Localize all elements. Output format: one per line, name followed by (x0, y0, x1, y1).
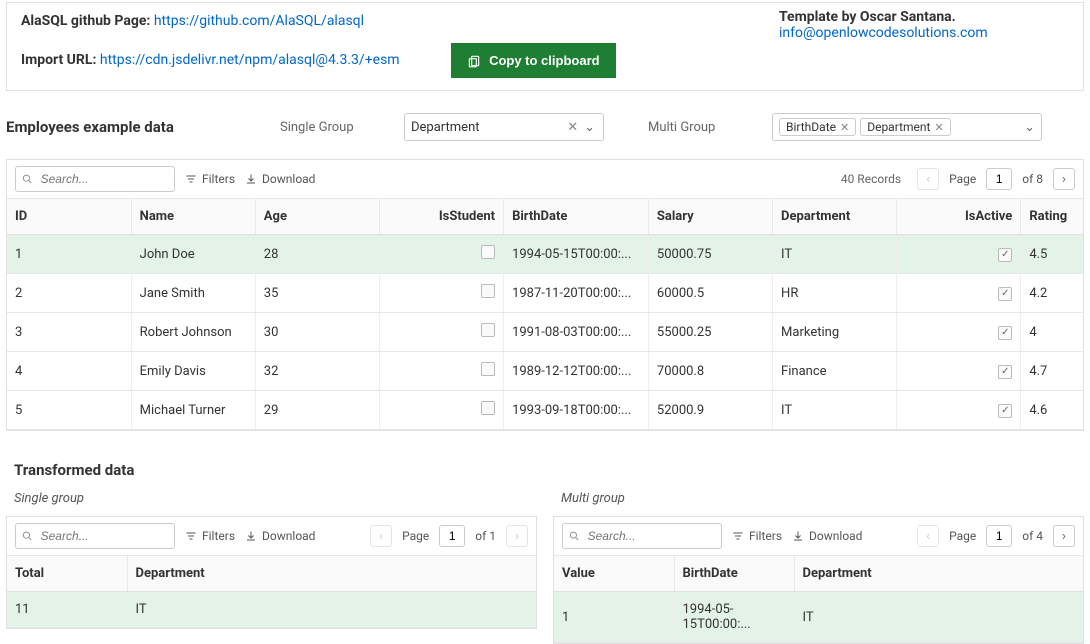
multi-group-subtitle: Multi group (553, 485, 1084, 516)
checkbox-checked-icon[interactable] (998, 404, 1012, 418)
col-value[interactable]: Value (554, 556, 674, 592)
employees-table-container: Filters Download 40 Records ‹ Page of 8 … (6, 159, 1084, 431)
page-next-button[interactable]: › (1053, 168, 1075, 190)
close-icon[interactable]: ✕ (934, 121, 943, 134)
table-row[interactable]: 11 IT (7, 592, 536, 628)
col-department[interactable]: Department (127, 556, 536, 592)
single-group-select[interactable]: Department ✕ ⌄ (404, 113, 604, 141)
checkbox-checked-icon[interactable] (998, 248, 1012, 262)
multi-page-prev[interactable]: ‹ (917, 525, 939, 547)
multi-search-input[interactable] (562, 523, 722, 549)
single-page-number[interactable] (439, 525, 465, 547)
col-id[interactable]: ID (7, 199, 131, 235)
employees-table: IDNameAgeIsStudentBirthDateSalaryDepartm… (7, 199, 1083, 430)
search-icon (569, 530, 580, 542)
record-count: 40 Records (841, 172, 901, 186)
checkbox-icon[interactable] (481, 362, 495, 376)
checkbox-icon[interactable] (481, 284, 495, 298)
col-total[interactable]: Total (7, 556, 127, 592)
clear-icon[interactable]: ✕ (563, 120, 582, 135)
single-filters-button[interactable]: Filters (185, 529, 235, 543)
col-isstudent[interactable]: IsStudent (379, 199, 503, 235)
single-page-of: of 1 (475, 529, 496, 543)
checkbox-checked-icon[interactable] (998, 365, 1012, 379)
import-label: Import URL: (21, 52, 100, 68)
col-age[interactable]: Age (255, 199, 379, 235)
contact-email[interactable]: info@openlowcodesolutions.com (779, 25, 988, 41)
col-name[interactable]: Name (131, 199, 255, 235)
multi-page-next[interactable]: › (1053, 525, 1075, 547)
download-icon (245, 173, 257, 185)
search-input[interactable] (15, 166, 175, 192)
page-label: Page (949, 172, 976, 186)
tag-department[interactable]: Department✕ (860, 118, 950, 136)
multi-group-select[interactable]: BirthDate✕ Department✕ ⌄ (772, 113, 1042, 141)
table-row[interactable]: 3Robert Johnson301991-08-03T00:00:...550… (7, 313, 1083, 352)
multi-download-button[interactable]: Download (792, 529, 862, 543)
col-birthdate[interactable]: BirthDate (504, 199, 649, 235)
page-number-input[interactable] (986, 168, 1012, 190)
clipboard-icon (467, 54, 481, 68)
checkbox-checked-icon[interactable] (998, 287, 1012, 301)
multi-page-number[interactable] (986, 525, 1012, 547)
single-search-input[interactable] (15, 523, 175, 549)
col-birthdate[interactable]: BirthDate (674, 556, 794, 592)
template-author: Template by Oscar Santana. (779, 9, 1069, 25)
single-page-prev[interactable]: ‹ (370, 525, 392, 547)
employees-title: Employees example data (6, 118, 256, 136)
col-department[interactable]: Department (773, 199, 897, 235)
tag-birthdate[interactable]: BirthDate✕ (779, 118, 856, 136)
col-rating[interactable]: Rating (1021, 199, 1083, 235)
checkbox-icon[interactable] (481, 401, 495, 415)
single-download-button[interactable]: Download (245, 529, 315, 543)
checkbox-icon[interactable] (481, 245, 495, 259)
checkbox-checked-icon[interactable] (998, 326, 1012, 340)
close-icon[interactable]: ✕ (840, 121, 849, 134)
checkbox-icon[interactable] (481, 323, 495, 337)
search-icon (22, 530, 33, 542)
transformed-title: Transformed data (0, 451, 1090, 485)
github-link[interactable]: https://github.com/AlaSQL/alasql (154, 13, 364, 29)
single-group-subtitle: Single group (6, 485, 537, 516)
download-icon (245, 530, 257, 542)
multi-group-table: Value BirthDate Department 1 1994-05-15T… (554, 556, 1083, 643)
col-salary[interactable]: Salary (648, 199, 772, 235)
github-label: AlaSQL github Page: (21, 13, 154, 29)
col-isactive[interactable]: IsActive (897, 199, 1021, 235)
multi-page-of: of 4 (1022, 529, 1043, 543)
single-page-label: Page (402, 529, 429, 543)
filters-button[interactable]: Filters (185, 172, 235, 186)
page-of: of 8 (1022, 172, 1043, 186)
table-row[interactable]: 4Emily Davis321989-12-12T00:00:...70000.… (7, 352, 1083, 391)
single-group-label: Single Group (280, 120, 380, 135)
filter-icon (185, 173, 197, 185)
multi-group-label: Multi Group (648, 120, 748, 135)
search-icon (22, 173, 33, 185)
filter-icon (732, 530, 744, 542)
download-icon (792, 530, 804, 542)
chevron-down-icon: ⌄ (1024, 120, 1035, 135)
download-button[interactable]: Download (245, 172, 315, 186)
page-prev-button[interactable]: ‹ (917, 168, 939, 190)
filter-icon (185, 530, 197, 542)
import-link[interactable]: https://cdn.jsdelivr.net/npm/alasql@4.3.… (100, 52, 400, 68)
table-row[interactable]: 2Jane Smith351987-11-20T00:00:...60000.5… (7, 274, 1083, 313)
table-row[interactable]: 1John Doe281994-05-15T00:00:...50000.75I… (7, 235, 1083, 274)
single-group-table: Total Department 11 IT (7, 556, 536, 628)
single-page-next[interactable]: › (506, 525, 528, 547)
copy-clipboard-button[interactable]: Copy to clipboard (451, 43, 616, 78)
chevron-down-icon: ⌄ (582, 120, 597, 135)
table-row[interactable]: 1 1994-05-15T00:00:... IT (554, 592, 1083, 643)
multi-filters-button[interactable]: Filters (732, 529, 782, 543)
table-row[interactable]: 5Michael Turner291993-09-18T00:00:...520… (7, 391, 1083, 430)
col-department[interactable]: Department (794, 556, 1083, 592)
multi-page-label: Page (949, 529, 976, 543)
